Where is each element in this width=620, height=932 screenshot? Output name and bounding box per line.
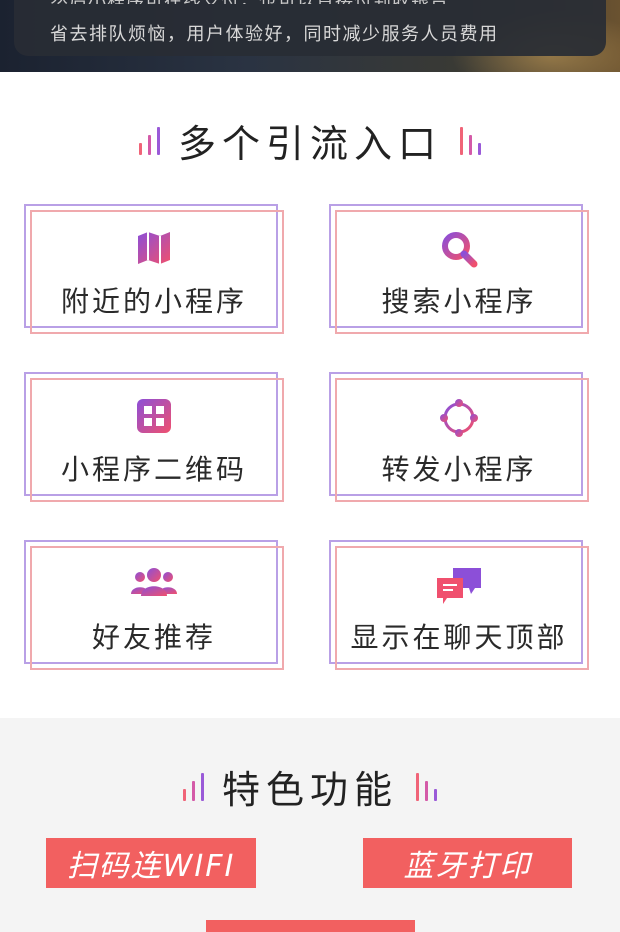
feature-button-partial[interactable] <box>206 920 415 932</box>
features-section-heading: 特色功能 <box>0 762 620 812</box>
entry-label: 小程序二维码 <box>60 453 247 486</box>
entries-section-heading: 多个引流入口 <box>0 116 620 166</box>
entry-label: 好友推荐 <box>91 621 216 654</box>
grid-icon <box>24 398 284 438</box>
banner-text-line2: 省去排队烦恼，用户体验好，同时减少服务人员费用 <box>50 24 499 45</box>
users-icon <box>24 566 284 606</box>
feature-bluetooth-print-button[interactable]: 蓝牙打印 <box>363 838 572 888</box>
share-network-icon <box>329 398 589 438</box>
entry-card-share[interactable]: 转发小程序 <box>329 372 589 502</box>
entry-card-qrcode[interactable]: 小程序二维码 <box>24 372 284 502</box>
heading-bars-right <box>416 771 437 801</box>
chat-bubbles-icon <box>329 566 589 606</box>
entry-label: 附近的小程序 <box>60 285 247 318</box>
heading-bars-left <box>138 125 160 155</box>
entries-title: 多个引流入口 <box>177 121 442 166</box>
entry-card-nearby[interactable]: 附近的小程序 <box>24 204 284 334</box>
entry-card-friends[interactable]: 好友推荐 <box>24 540 284 670</box>
feature-wifi-button[interactable]: 扫码连WIFI <box>46 838 256 888</box>
entry-label: 搜索小程序 <box>381 285 537 318</box>
features-title: 特色功能 <box>221 767 398 812</box>
entry-label: 显示在聊天顶部 <box>350 621 568 654</box>
features-section: 特色功能 扫码连WIFI 蓝牙打印 <box>0 718 620 932</box>
banner-text-line1: 然后小程序可在线支付，也可以直接付到收银台 <box>50 0 570 4</box>
entry-card-chat-top[interactable]: 显示在聊天顶部 <box>329 540 589 670</box>
entry-label: 转发小程序 <box>381 453 537 486</box>
top-banner: 然后小程序可在线支付，也可以直接付到收银台 省去排队烦恼，用户体验好，同时减少服… <box>0 0 620 72</box>
heading-bars-left <box>182 771 204 801</box>
entry-card-search[interactable]: 搜索小程序 <box>329 204 589 334</box>
search-icon <box>329 230 589 270</box>
heading-bars-right <box>460 125 481 155</box>
map-icon <box>24 230 284 270</box>
